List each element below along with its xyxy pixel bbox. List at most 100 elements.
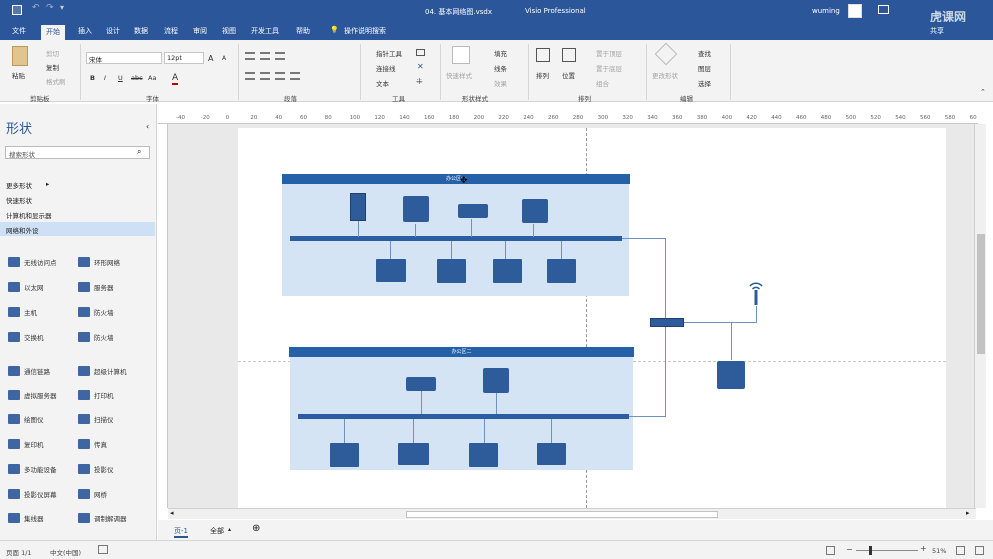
shape-item[interactable]: 打印机 (78, 390, 114, 400)
laptop-icon[interactable] (376, 259, 406, 282)
drawing-canvas[interactable]: 办公区一 办公区二 ✥ (168, 124, 974, 508)
tab-data[interactable]: 数据 (134, 26, 148, 36)
change-case-button[interactable]: Aa (148, 74, 156, 82)
shape-item[interactable]: 集线器 (8, 513, 44, 523)
zoom-thumb[interactable] (869, 546, 872, 555)
connector-line[interactable] (413, 419, 414, 443)
uplink-line[interactable] (684, 322, 757, 323)
printer-icon[interactable] (717, 361, 745, 389)
shrink-font-button[interactable]: A (222, 55, 226, 62)
align-bottom-icon[interactable] (275, 52, 285, 60)
group-button[interactable]: 组合 (596, 78, 609, 88)
ethernet-bus-1[interactable] (290, 236, 622, 241)
fit-page-icon[interactable] (826, 546, 835, 555)
connector-button[interactable]: 连接线 (376, 63, 396, 73)
section-computers[interactable]: 计算机和显示器 (6, 210, 52, 220)
tab-review[interactable]: 审阅 (193, 26, 207, 36)
connector-line[interactable] (551, 419, 552, 443)
close-icon[interactable]: ✕ (417, 62, 424, 71)
switch-windows-icon[interactable] (975, 546, 984, 555)
connector-line[interactable] (561, 241, 562, 259)
desktop-icon[interactable] (330, 443, 359, 467)
connector-line[interactable] (421, 390, 422, 414)
language-indicator[interactable]: 中文(中国) (50, 547, 81, 557)
desktop-icon[interactable] (469, 443, 498, 467)
office-title-2[interactable]: 办公区二 (289, 347, 634, 357)
font-family-select[interactable]: 宋体 (86, 52, 162, 64)
tell-me-search[interactable]: 操作说明搜索 (344, 26, 386, 36)
shape-item[interactable]: 超级计算机 (78, 366, 127, 376)
tab-home[interactable]: 开始 (41, 25, 65, 41)
macro-icon[interactable] (98, 545, 108, 554)
quick-styles-icon[interactable] (452, 46, 470, 64)
switch-icon[interactable] (650, 318, 684, 327)
paste-button[interactable]: 粘贴 (12, 70, 25, 80)
grow-font-button[interactable]: A (208, 54, 213, 63)
connector-line[interactable] (344, 419, 345, 443)
search-input[interactable]: 搜索形状 (9, 149, 35, 159)
uplink-line[interactable] (731, 322, 732, 360)
collapse-panel-icon[interactable]: ‹ (146, 122, 149, 131)
effects-button[interactable]: 效果 (494, 78, 507, 88)
pointer-tool-button[interactable]: 指针工具 (376, 48, 402, 58)
tab-page-1[interactable]: 页-1 (174, 526, 188, 538)
section-more-shapes[interactable]: 更多形状 (6, 180, 32, 190)
align-arrange-icon[interactable] (536, 48, 550, 62)
shape-item[interactable]: 投影仪 (78, 464, 114, 474)
connector-line[interactable] (451, 241, 452, 259)
send-back-button[interactable]: 置于底层 (596, 63, 622, 73)
layers-button[interactable]: 图层 (698, 63, 711, 73)
horizontal-scrollbar[interactable]: ◂ ▸ (168, 508, 976, 519)
rectangle-icon[interactable] (416, 49, 425, 56)
office-title-1[interactable]: 办公区一 (282, 174, 630, 184)
shape-item[interactable]: 绘图仪 (8, 414, 44, 424)
shape-item[interactable]: 防火墙 (78, 307, 114, 317)
fit-window-icon[interactable] (956, 546, 965, 555)
shape-item[interactable]: 扫描仪 (78, 414, 114, 424)
scroll-thumb[interactable] (406, 511, 718, 518)
desktop-icon[interactable] (493, 259, 522, 283)
tab-file[interactable]: 文件 (12, 26, 26, 36)
tab-developer[interactable]: 开发工具 (251, 26, 279, 36)
shape-item[interactable]: 无线访问点 (8, 257, 57, 267)
undo-icon[interactable]: ↶ (32, 3, 40, 13)
underline-button[interactable]: U (118, 74, 123, 82)
font-color-button[interactable]: A (172, 73, 179, 85)
projector-icon[interactable] (406, 377, 436, 391)
scroll-thumb[interactable] (977, 234, 985, 354)
align-left-icon[interactable] (245, 72, 255, 80)
font-size-select[interactable]: 12pt (164, 52, 204, 64)
ribbon-display-icon[interactable] (878, 5, 889, 14)
printer-icon[interactable] (403, 196, 429, 222)
quick-styles-button[interactable]: 快速样式 (446, 70, 472, 80)
tab-help[interactable]: 帮助 (296, 26, 310, 36)
connector-line[interactable] (390, 241, 391, 259)
strike-button[interactable]: abc (131, 74, 143, 82)
shape-item[interactable]: 虚拟服务器 (8, 390, 57, 400)
align-top-icon[interactable] (245, 52, 255, 60)
printer-icon[interactable] (483, 368, 509, 393)
connection-point-icon[interactable]: ⁜ (416, 77, 423, 86)
justify-icon[interactable] (290, 72, 300, 80)
section-quick-shapes[interactable]: 快速形状 (6, 195, 32, 205)
shape-item[interactable]: 以太网 (8, 282, 44, 292)
align-right-icon[interactable] (275, 72, 285, 80)
format-painter-button[interactable]: 格式刷 (46, 76, 66, 86)
server-icon[interactable] (350, 193, 366, 221)
copy-button[interactable]: 复制 (46, 62, 59, 72)
connector-line[interactable] (471, 219, 472, 237)
shape-item[interactable]: 交换机 (8, 332, 44, 342)
fax-icon[interactable] (522, 199, 548, 223)
vertical-scrollbar[interactable] (974, 124, 986, 508)
search-shapes-box[interactable]: 搜索形状 ⌕ (5, 146, 150, 159)
page-indicator[interactable]: 页面 1/1 (6, 547, 32, 557)
align-middle-icon[interactable] (260, 52, 270, 60)
shape-item[interactable]: 主机 (8, 307, 37, 317)
ethernet-bus-2[interactable] (298, 414, 629, 419)
shape-item[interactable]: 网桥 (78, 489, 107, 499)
shape-item[interactable]: 投影仪屏幕 (8, 489, 57, 499)
position-icon[interactable] (562, 48, 576, 62)
tab-view[interactable]: 视图 (222, 26, 236, 36)
tab-all-pages[interactable]: 全部 (210, 526, 224, 536)
shape-item[interactable]: 多功能设备 (8, 464, 57, 474)
